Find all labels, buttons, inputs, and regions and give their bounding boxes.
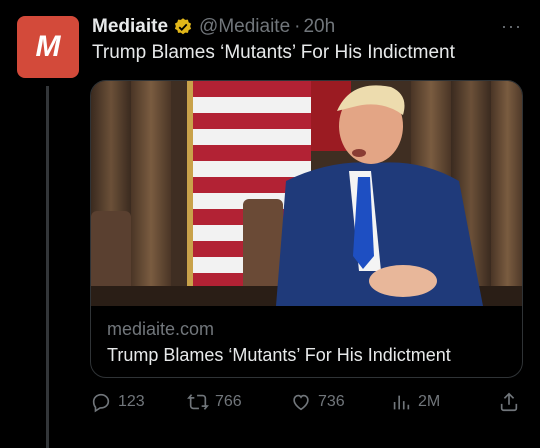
avatar-letter: M [35,30,61,63]
card-domain[interactable]: mediaite.com [107,319,214,340]
retweet-icon [187,394,209,410]
views-count: 2M [418,393,441,410]
like-icon [293,394,309,411]
avatar[interactable]: M [17,16,79,78]
share-icon [500,392,518,412]
tweet-header: Mediaite @Mediaite · 20h [92,14,335,40]
link-card[interactable]: mediaite.com Trump Blames ‘Mutants’ For … [90,80,523,378]
like-count: 736 [318,393,345,410]
author-handle[interactable]: @Mediaite [199,16,290,38]
reply-icon [92,393,110,413]
views-button[interactable]: 2M [390,388,440,416]
more-icon[interactable]: ··· [501,16,522,37]
tweet-time[interactable]: 20h [303,16,335,38]
thread-line [46,86,49,448]
share-button[interactable] [498,388,526,416]
reply-count: 123 [118,393,145,410]
verified-badge-icon [174,18,192,35]
retweet-count: 766 [215,393,242,410]
tweet-text: Trump Blames ‘Mutants’ For His Indictmen… [92,42,455,63]
reply-button[interactable]: 123 [90,388,145,416]
views-icon [393,395,410,410]
card-title[interactable]: Trump Blames ‘Mutants’ For His Indictmen… [107,345,451,366]
author-name[interactable]: Mediaite [92,16,168,38]
tweet[interactable]: M Mediaite @Mediaite · 20h ··· Trump Bla… [0,0,540,448]
separator-dot: · [294,16,301,37]
retweet-button[interactable]: 766 [187,388,242,416]
action-bar: 123 766 736 2M [90,388,526,416]
card-image [91,81,522,306]
like-button[interactable]: 736 [290,388,345,416]
